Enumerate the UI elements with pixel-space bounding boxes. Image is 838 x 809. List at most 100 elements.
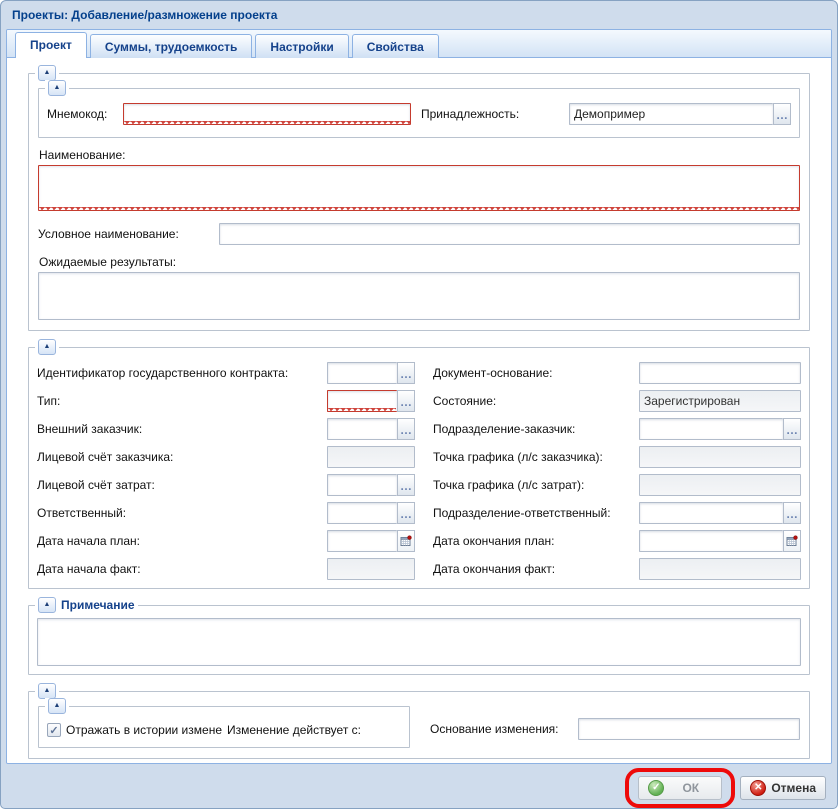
type-input[interactable] bbox=[327, 390, 397, 412]
end-date-fact-input bbox=[639, 558, 801, 580]
cancel-button[interactable]: ✕ Отмена bbox=[740, 776, 826, 800]
annotation-highlight: ✓ ОК bbox=[625, 768, 735, 808]
cancel-button-label: Отмена bbox=[771, 781, 816, 795]
tab-project[interactable]: Проект bbox=[15, 32, 87, 58]
expected-results-textarea[interactable] bbox=[38, 272, 800, 320]
cancel-cross-icon: ✕ bbox=[750, 780, 766, 796]
date-trigger[interactable] bbox=[397, 530, 415, 552]
mnemo-input[interactable] bbox=[123, 103, 411, 125]
state-label: Состояние: bbox=[415, 394, 639, 408]
tab-settings[interactable]: Настройки bbox=[255, 34, 348, 58]
change-reason-input[interactable] bbox=[578, 718, 800, 740]
collapse-toggle-icon[interactable]: ▲ bbox=[38, 683, 56, 699]
expected-results-label: Ожидаемые результаты: bbox=[39, 255, 800, 269]
start-date-fact-input bbox=[327, 558, 415, 580]
start-date-plan-field bbox=[327, 530, 415, 552]
calendar-icon bbox=[786, 535, 798, 547]
belonging-label: Принадлежность: bbox=[421, 107, 569, 121]
responsible-department-input[interactable] bbox=[639, 502, 783, 524]
gov-contract-id-label: Идентификатор государственного контракта… bbox=[37, 366, 327, 380]
tab-sums-labor[interactable]: Суммы, трудоемкость bbox=[90, 34, 253, 58]
change-effective-label: Изменение действует с: bbox=[227, 723, 361, 737]
gov-contract-id-input[interactable] bbox=[327, 362, 397, 384]
responsible-department-field: … bbox=[639, 502, 801, 524]
responsible-department-label: Подразделение-ответственный: bbox=[415, 506, 639, 520]
details-grid: Идентификатор государственного контракта… bbox=[37, 362, 801, 580]
tab-properties[interactable]: Свойства bbox=[352, 34, 439, 58]
mnemo-field bbox=[123, 103, 411, 125]
type-field: … bbox=[327, 390, 415, 412]
cost-account-input[interactable] bbox=[327, 474, 397, 496]
conditional-name-label: Условное наименование: bbox=[38, 227, 219, 241]
date-trigger[interactable] bbox=[783, 530, 801, 552]
customer-department-field: … bbox=[639, 418, 801, 440]
ok-button[interactable]: ✓ ОК bbox=[638, 776, 722, 800]
name-label: Наименование: bbox=[39, 148, 800, 162]
cost-account-field: … bbox=[327, 474, 415, 496]
section-note: ▲ Примечание bbox=[28, 605, 810, 675]
name-textarea[interactable] bbox=[38, 165, 800, 211]
footer-toolbar: ✓ ОК ✕ Отмена bbox=[6, 764, 832, 808]
project-dialog-window: Проекты: Добавление/размножение проекта … bbox=[0, 0, 838, 809]
ellipsis-trigger-icon[interactable]: … bbox=[397, 362, 415, 384]
section-main: ▲ ▲ Мнемокод: Принадлежность: bbox=[28, 73, 810, 331]
note-legend-text: Примечание bbox=[61, 598, 135, 612]
schedule-point-cost-input bbox=[639, 474, 801, 496]
section-history-inner: ▲ ✓ Отражать в истории измене Изменение … bbox=[38, 706, 410, 748]
cost-account-label: Лицевой счёт затрат: bbox=[37, 478, 327, 492]
change-reason-label: Основание изменения: bbox=[430, 722, 578, 736]
section-history-inner-legend: ▲ bbox=[45, 698, 69, 714]
responsible-input[interactable] bbox=[327, 502, 397, 524]
responsible-label: Ответственный: bbox=[37, 506, 327, 520]
collapse-toggle-icon[interactable]: ▲ bbox=[38, 339, 56, 355]
ellipsis-trigger-icon[interactable]: … bbox=[397, 390, 415, 412]
ellipsis-trigger-icon[interactable]: … bbox=[783, 502, 801, 524]
ellipsis-trigger-icon[interactable]: … bbox=[773, 103, 791, 125]
belonging-input[interactable] bbox=[569, 103, 773, 125]
external-customer-label: Внешний заказчик: bbox=[37, 422, 327, 436]
dialog-body-panel: Проект Суммы, трудоемкость Настройки Сво… bbox=[6, 29, 832, 764]
checkmark-icon: ✓ bbox=[49, 724, 58, 737]
end-date-plan-field bbox=[639, 530, 801, 552]
type-label: Тип: bbox=[37, 394, 327, 408]
start-date-fact-label: Дата начала факт: bbox=[37, 562, 327, 576]
schedule-point-customer-input bbox=[639, 446, 801, 468]
basis-document-input[interactable] bbox=[639, 362, 801, 384]
start-date-plan-input[interactable] bbox=[327, 530, 397, 552]
section-note-legend: ▲ Примечание bbox=[35, 597, 138, 613]
section-details: ▲ Идентификатор государственного контрак… bbox=[28, 347, 810, 589]
ellipsis-trigger-icon[interactable]: … bbox=[397, 502, 415, 524]
ellipsis-trigger-icon[interactable]: … bbox=[397, 418, 415, 440]
section-main-legend: ▲ bbox=[35, 65, 59, 81]
note-textarea[interactable] bbox=[37, 618, 801, 666]
collapse-toggle-icon[interactable]: ▲ bbox=[38, 597, 56, 613]
conditional-name-input[interactable] bbox=[219, 223, 800, 245]
schedule-point-cost-label: Точка графика (л/с затрат): bbox=[415, 478, 639, 492]
state-input bbox=[639, 390, 801, 412]
customer-account-input bbox=[327, 446, 415, 468]
start-date-plan-label: Дата начала план: bbox=[37, 534, 327, 548]
tab-bar: Проект Суммы, трудоемкость Настройки Сво… bbox=[7, 30, 831, 58]
ellipsis-trigger-icon[interactable]: … bbox=[783, 418, 801, 440]
end-date-plan-input[interactable] bbox=[639, 530, 783, 552]
collapse-toggle-icon[interactable]: ▲ bbox=[48, 698, 66, 714]
external-customer-input[interactable] bbox=[327, 418, 397, 440]
section-history: ▲ ▲ ✓ Отражать в истории измене Изменени… bbox=[28, 691, 810, 759]
ok-button-label: ОК bbox=[669, 781, 712, 795]
section-details-legend: ▲ bbox=[35, 339, 59, 355]
ellipsis-trigger-icon[interactable]: … bbox=[397, 474, 415, 496]
customer-department-input[interactable] bbox=[639, 418, 783, 440]
gov-contract-id-field: … bbox=[327, 362, 415, 384]
titlebar: Проекты: Добавление/размножение проекта bbox=[6, 1, 832, 29]
basis-document-label: Документ-основание: bbox=[415, 366, 639, 380]
responsible-field: … bbox=[327, 502, 415, 524]
end-date-plan-label: Дата окончания план: bbox=[415, 534, 639, 548]
calendar-icon bbox=[400, 535, 412, 547]
name-field bbox=[38, 165, 800, 211]
external-customer-field: … bbox=[327, 418, 415, 440]
mnemo-label: Мнемокод: bbox=[47, 107, 123, 121]
collapse-toggle-icon[interactable]: ▲ bbox=[38, 65, 56, 81]
end-date-fact-label: Дата окончания факт: bbox=[415, 562, 639, 576]
collapse-toggle-icon[interactable]: ▲ bbox=[48, 80, 66, 96]
history-checkbox[interactable]: ✓ bbox=[47, 723, 61, 737]
